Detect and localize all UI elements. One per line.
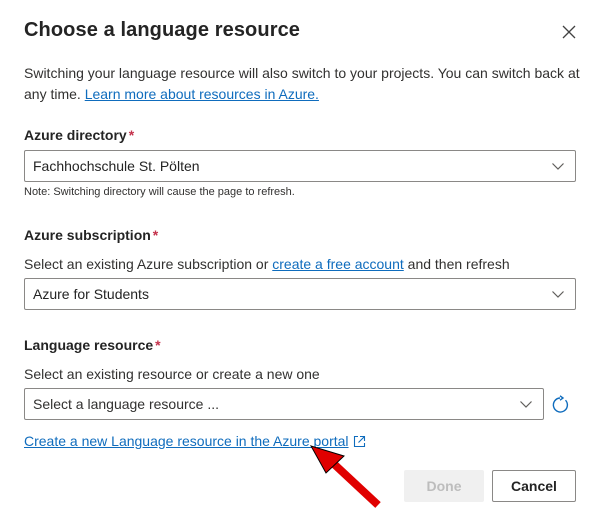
dialog-description: Switching your language resource will al… [24,63,580,105]
language-resource-help: Select an existing resource or create a … [24,366,320,382]
subscription-select[interactable]: Azure for Students [24,278,576,310]
chevron-down-icon [551,159,565,173]
open-external-icon [353,435,366,448]
subscription-help: Select an existing Azure subscription or… [24,256,510,272]
directory-label: Azure directory * [24,127,134,143]
create-free-account-link[interactable]: create a free account [272,256,404,272]
subscription-help-prefix: Select an existing Azure subscription or [24,256,269,272]
create-resource-link-row: Create a new Language resource in the Az… [24,433,366,449]
dialog-title: Choose a language resource [24,19,301,41]
directory-select[interactable]: Fachhochschule St. Pölten [24,150,576,182]
language-resource-dialog: Choose a language resource Switching you… [0,0,600,524]
subscription-help-suffix: and then refresh [407,256,510,272]
directory-label-text: Azure directory [24,127,127,143]
cancel-button[interactable]: Cancel [492,470,576,502]
required-mark: * [155,337,161,353]
directory-note: Note: Switching directory will cause the… [24,186,295,198]
refresh-icon [552,395,569,413]
language-resource-select[interactable]: Select a language resource ... [24,388,544,420]
learn-more-link[interactable]: Learn more about resources in Azure. [85,86,319,102]
chevron-down-icon [519,397,533,411]
directory-value: Fachhochschule St. Pölten [33,158,200,174]
required-mark: * [152,227,159,243]
language-resource-label: Language resource * [24,337,161,353]
subscription-value: Azure for Students [33,286,149,302]
done-button[interactable]: Done [404,470,484,502]
chevron-down-icon [551,287,565,301]
close-button[interactable] [556,19,582,45]
subscription-label-text: Azure subscription [24,227,151,243]
refresh-button[interactable] [549,394,571,416]
close-icon [562,25,576,39]
language-resource-label-text: Language resource [24,337,154,353]
create-resource-link[interactable]: Create a new Language resource in the Az… [24,433,349,449]
subscription-label: Azure subscription * [24,227,158,243]
language-resource-placeholder: Select a language resource ... [33,396,220,412]
required-mark: * [128,127,135,143]
